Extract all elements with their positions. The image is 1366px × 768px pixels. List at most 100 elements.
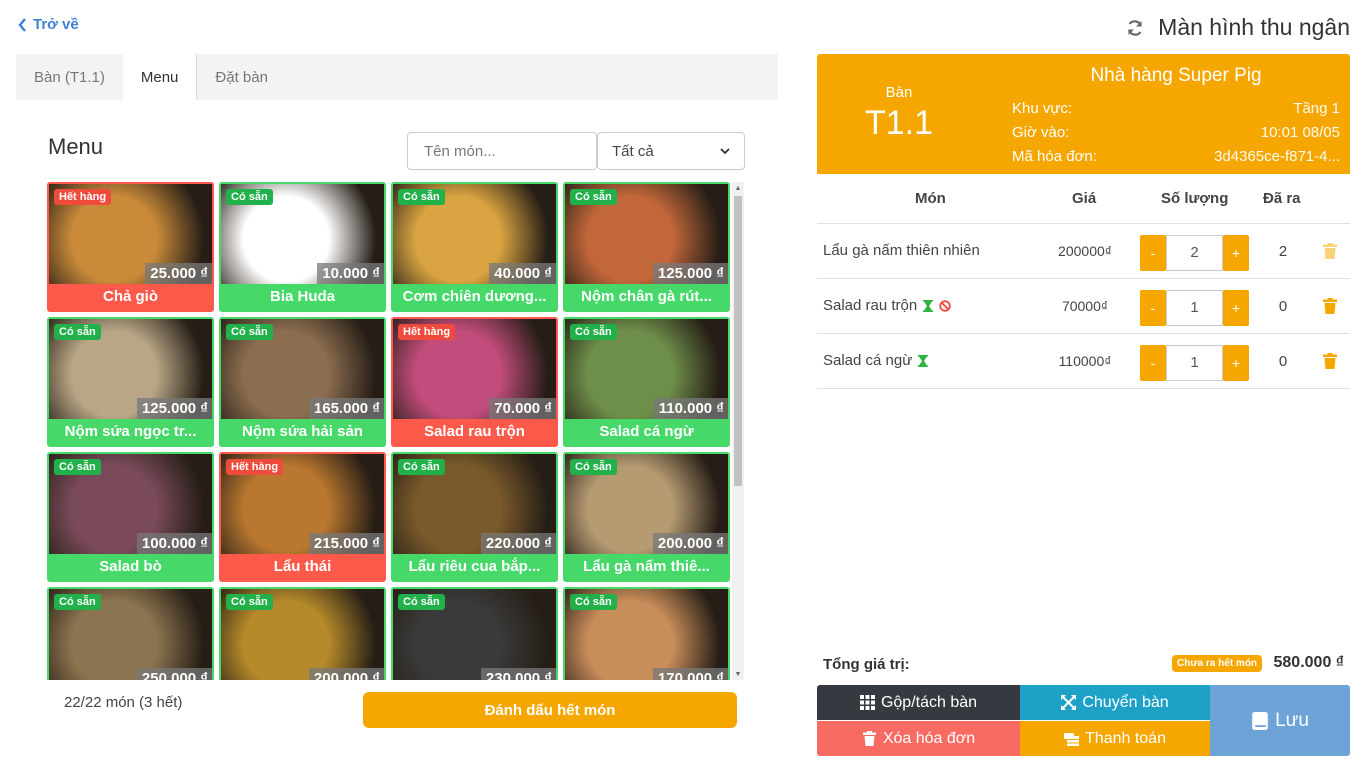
item-price: 110.000 ₫ xyxy=(653,398,728,419)
pay-button[interactable]: Thanh toán xyxy=(1020,721,1210,756)
menu-item-card[interactable]: Có sẵn 125.000 ₫ Nộm chân gà rút... xyxy=(563,182,730,312)
info-label: Giờ vào: xyxy=(1012,124,1070,141)
item-price: 230.000 ₫ xyxy=(480,668,556,680)
menu-item-card[interactable]: Có sẵn 230.000 ₫ xyxy=(391,587,558,680)
ban-icon xyxy=(939,299,951,312)
availability-badge: Có sẵn xyxy=(570,459,617,475)
served-count: 2 xyxy=(1278,243,1288,260)
info-value: Tầng 1 xyxy=(1293,100,1340,117)
item-name: Nộm chân gà rút... xyxy=(565,284,728,310)
menu-item-card[interactable]: Hết hàng 70.000 ₫ Salad rau trộn xyxy=(391,317,558,447)
menu-item-card[interactable]: Có sẵn 110.000 ₫ Salad cá ngừ xyxy=(563,317,730,447)
quantity-field[interactable]: 2 xyxy=(1166,235,1223,271)
mark-sold-out-button[interactable]: Đánh dấu hết món xyxy=(363,692,737,728)
total-value: 580.000 ₫ xyxy=(1273,654,1345,671)
order-row: Salad rau trộn 70000₫ -1 +0 xyxy=(817,279,1350,334)
item-name: Lẩu gà nấm thiê... xyxy=(565,554,728,580)
order-row: Lẩu gà nấm thiên nhiên 200000₫ -2 +2 xyxy=(817,224,1350,279)
menu-item-card[interactable]: Có sẵn 100.000 ₫ Salad bò xyxy=(47,452,214,582)
trash-icon[interactable] xyxy=(1323,243,1337,259)
item-price: 200.000 ₫ xyxy=(308,668,384,680)
item-price: 70.000 ₫ xyxy=(489,398,556,419)
tab-table[interactable]: Bàn (T1.1) xyxy=(16,54,123,100)
screen-title: Màn hình thu ngân xyxy=(1158,14,1350,40)
decrease-button[interactable]: - xyxy=(1140,235,1166,271)
item-name: Salad cá ngừ xyxy=(565,419,728,445)
item-name: Nộm sứa ngọc tr... xyxy=(49,419,212,445)
status-badge: Chưa ra hết món xyxy=(1172,655,1263,672)
menu-item-card[interactable]: Có sẵn 165.000 ₫ Nộm sứa hải sản xyxy=(219,317,386,447)
menu-grid-viewport: Hết hàng 25.000 ₫ Chả giò Có sẵn 10.000 ₫ Bia… xyxy=(47,182,745,680)
save-label: Lưu xyxy=(1275,709,1309,731)
search-input[interactable] xyxy=(407,132,597,170)
menu-item-card[interactable]: Có sẵn 10.000 ₫ Bia Huda xyxy=(219,182,386,312)
grid-icon xyxy=(859,695,875,710)
money-stack-icon xyxy=(1064,733,1080,746)
tab-reservation[interactable]: Đặt bàn xyxy=(197,54,286,100)
back-label: Trở về xyxy=(33,16,79,33)
hourglass-icon xyxy=(918,354,929,367)
quantity-field[interactable]: 1 xyxy=(1166,290,1223,326)
order-header: Bàn T1.1 Nhà hàng Super Pig Khu vực: Tần… xyxy=(817,54,1350,174)
availability-badge: Có sẵn xyxy=(226,189,273,205)
total-label: Tổng giá trị: xyxy=(823,656,910,673)
menu-item-card[interactable]: Có sẵn 40.000 ₫ Cơm chiên dương... xyxy=(391,182,558,312)
order-item-name: Lẩu gà nấm thiên nhiên xyxy=(823,242,980,259)
decrease-button[interactable]: - xyxy=(1140,290,1166,326)
info-area: Khu vực: Tầng 1 xyxy=(1012,100,1340,117)
menu-item-card[interactable]: Có sẵn 220.000 ₫ Lẩu riêu cua bắp... xyxy=(391,452,558,582)
availability-badge: Có sẵn xyxy=(398,189,445,205)
scroll-up-arrow-icon[interactable]: ▲ xyxy=(734,184,742,192)
decrease-button[interactable]: - xyxy=(1140,345,1166,381)
increase-button[interactable]: + xyxy=(1223,345,1249,381)
item-price: 200.000 ₫ xyxy=(652,533,728,554)
availability-badge: Có sẵn xyxy=(226,594,273,610)
chevron-left-icon xyxy=(18,17,26,32)
menu-item-card[interactable]: Có sẵn 170.000 ₫ xyxy=(563,587,730,680)
order-item-name-cell: Lẩu gà nấm thiên nhiên xyxy=(823,242,980,259)
item-price: 10.000 ₫ xyxy=(317,263,384,284)
scrollbar-thumb[interactable] xyxy=(734,196,742,486)
refresh-icon[interactable] xyxy=(1126,19,1144,37)
quantity-field[interactable]: 1 xyxy=(1166,345,1223,381)
trash-icon[interactable] xyxy=(1323,353,1337,369)
category-select[interactable]: Tất cả xyxy=(597,132,745,170)
availability-badge: Hết hàng xyxy=(54,189,112,205)
pay-label: Thanh toán xyxy=(1085,729,1166,747)
save-button[interactable]: Lưu xyxy=(1210,685,1350,756)
tab-menu[interactable]: Menu xyxy=(122,54,198,100)
increase-button[interactable]: + xyxy=(1223,235,1249,271)
menu-item-card[interactable]: Hết hàng 215.000 ₫ Lẩu thái xyxy=(219,452,386,582)
scroll-down-arrow-icon[interactable]: ▼ xyxy=(734,670,742,678)
availability-badge: Có sẵn xyxy=(226,324,273,340)
item-price: 165.000 ₫ xyxy=(308,398,384,419)
category-select-value: Tất cả xyxy=(612,142,654,160)
menu-item-card[interactable]: Hết hàng 25.000 ₫ Chả giò xyxy=(47,182,214,312)
menu-item-card[interactable]: Có sẵn 250.000 ₫ xyxy=(47,587,214,680)
availability-badge: Có sẵn xyxy=(570,189,617,205)
tab-bar: Bàn (T1.1) Menu Đặt bàn xyxy=(16,54,286,100)
info-value: 10:01 08/05 xyxy=(1260,124,1340,141)
menu-item-card[interactable]: Có sẵn 200.000 ₫ xyxy=(219,587,386,680)
trash-icon[interactable] xyxy=(1323,298,1337,314)
menu-item-card[interactable]: Có sẵn 200.000 ₫ Lẩu gà nấm thiê... xyxy=(563,452,730,582)
menu-panel: Menu Tất cả Hết hàng 25.000 ₫Chả giò Có sẵ… xyxy=(16,100,778,768)
menu-item-card[interactable]: Có sẵn 125.000 ₫ Nộm sứa ngọc tr... xyxy=(47,317,214,447)
scrollbar[interactable]: ▲ ▼ xyxy=(732,182,744,680)
item-name: Nộm sứa hải sản xyxy=(221,419,384,445)
availability-badge: Có sẵn xyxy=(54,594,101,610)
chevron-down-icon xyxy=(720,147,730,154)
action-buttons: Gộp/tách bàn Chuyển bàn Xóa hóa đơn Than… xyxy=(817,685,1350,756)
screen-header: Màn hình thu ngân xyxy=(1126,14,1350,41)
header-quantity: Số lượng xyxy=(1161,190,1229,207)
merge-split-button[interactable]: Gộp/tách bàn xyxy=(817,685,1020,720)
table-name: T1.1 xyxy=(864,104,934,142)
item-name: Salad rau trộn xyxy=(393,419,556,445)
item-price: 125.000 ₫ xyxy=(652,263,728,284)
back-link[interactable]: Trở về xyxy=(18,16,79,33)
item-price: 170.000 ₫ xyxy=(652,668,728,680)
move-table-button[interactable]: Chuyển bàn xyxy=(1020,685,1210,720)
delete-invoice-button[interactable]: Xóa hóa đơn xyxy=(817,721,1020,756)
info-label: Mã hóa đơn: xyxy=(1012,148,1097,165)
increase-button[interactable]: + xyxy=(1223,290,1249,326)
